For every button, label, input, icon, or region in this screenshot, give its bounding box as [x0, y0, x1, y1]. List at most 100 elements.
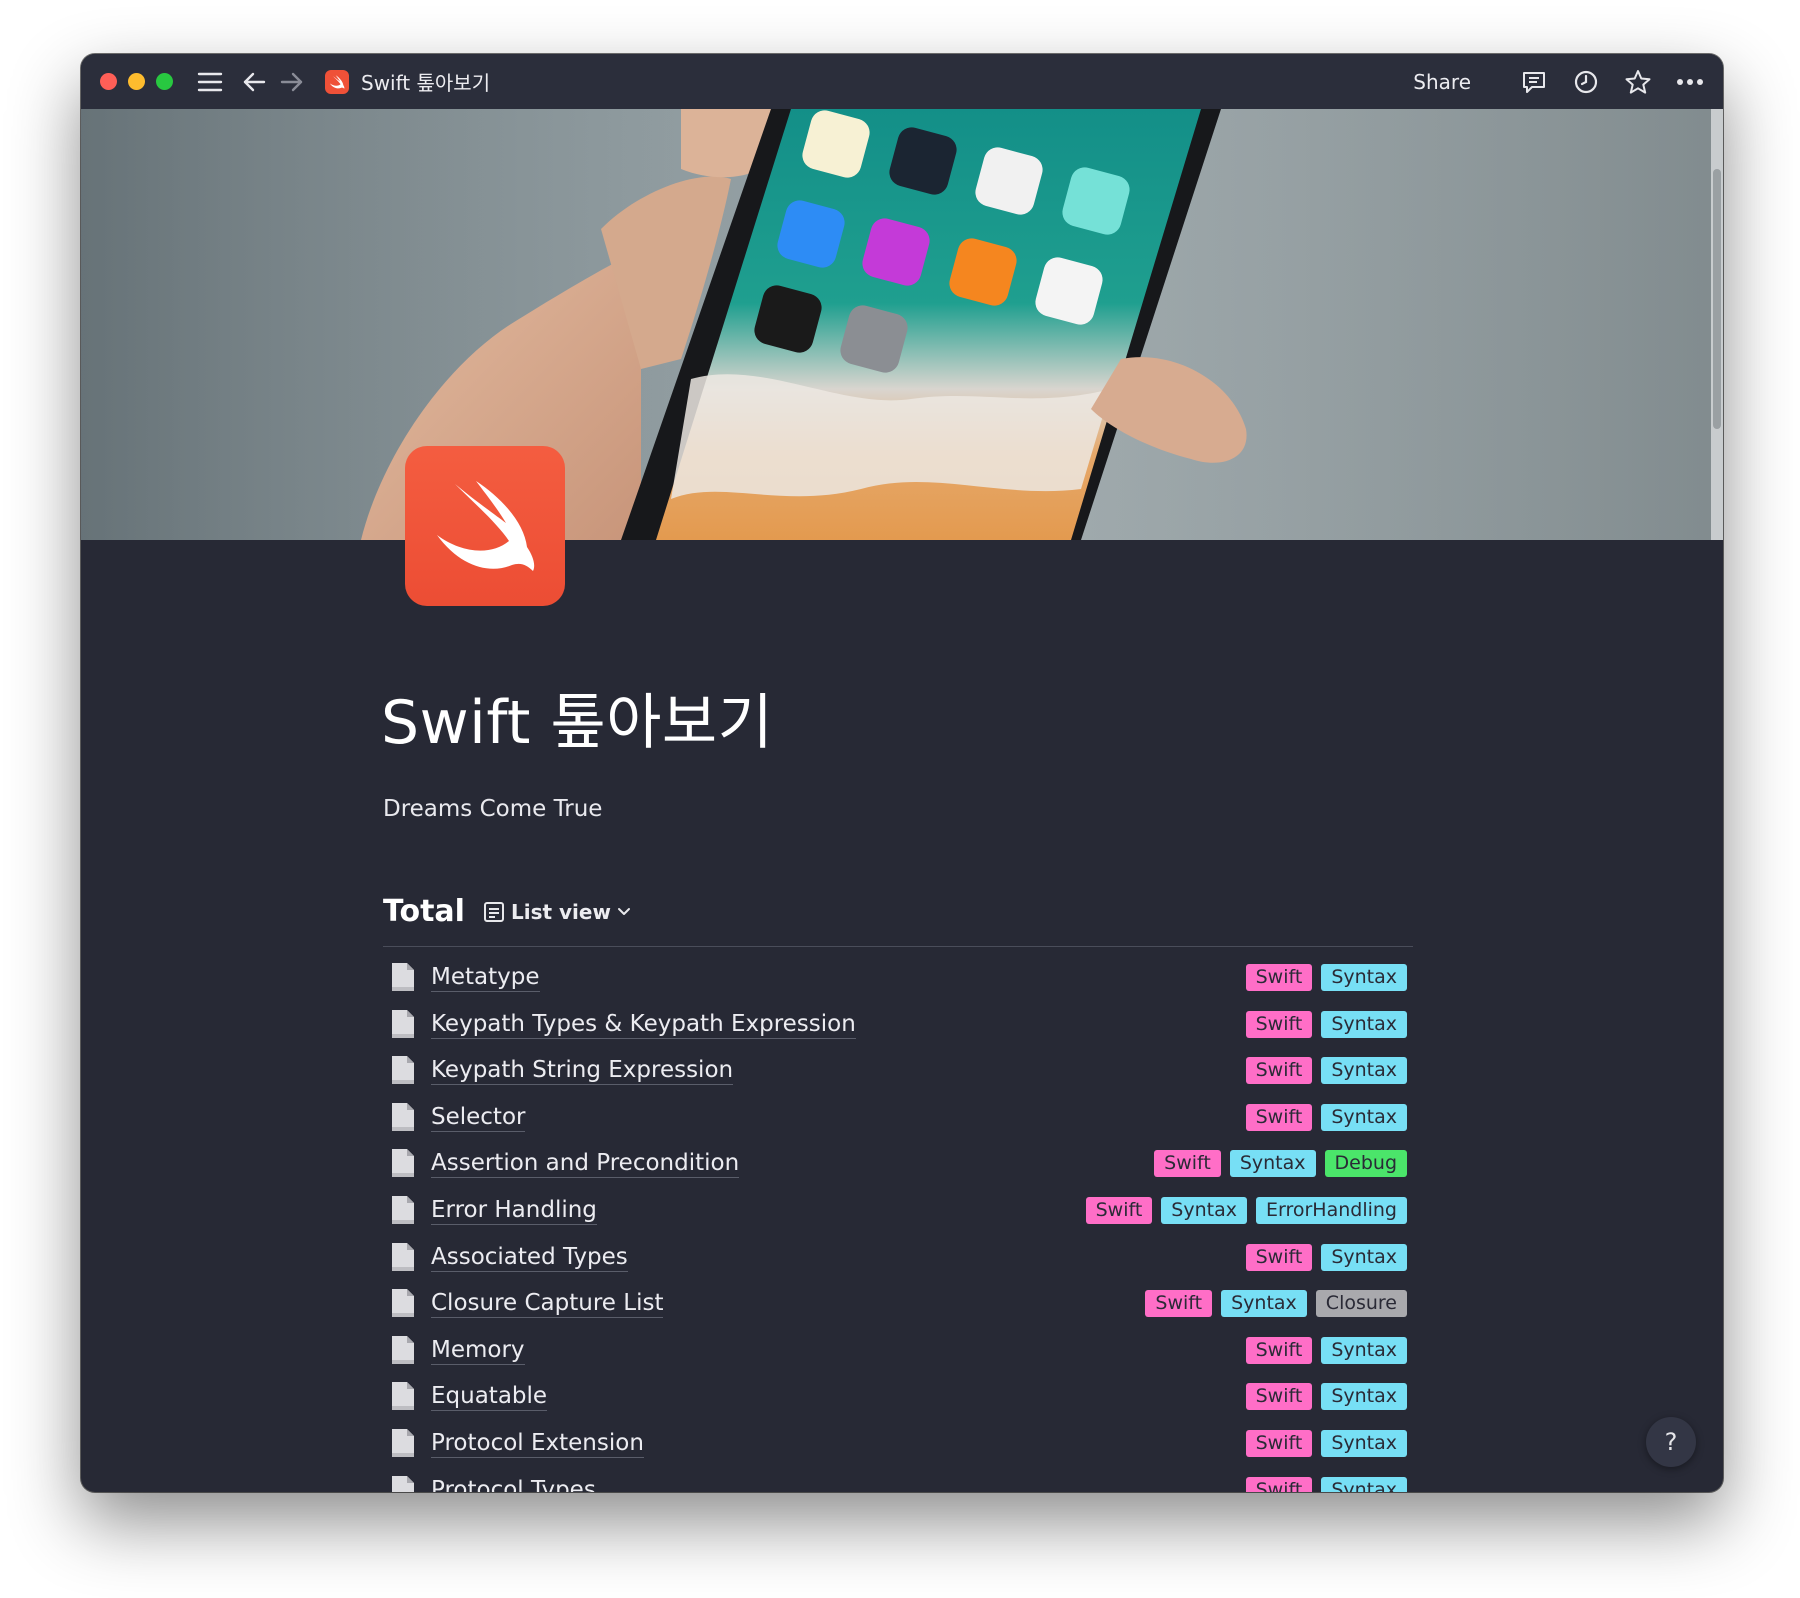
tag-swift: Swift [1245, 1056, 1313, 1084]
tag-swift: Swift [1245, 1243, 1313, 1271]
tag-group: Swift Syntax [1245, 1010, 1407, 1038]
tag-group: Swift Syntax [1245, 1336, 1407, 1364]
swift-logo-icon [325, 69, 349, 94]
document-icon [392, 1382, 414, 1410]
tag-syntax: Syntax [1321, 1476, 1407, 1492]
list-item-title[interactable]: Associated Types [431, 1243, 628, 1272]
tag-group: Swift Syntax [1245, 1243, 1407, 1271]
app-window: Swift 톺아보기 Share Swift 톺아보기 Dreams Come … [81, 54, 1723, 1492]
list-item-title[interactable]: Metatype [431, 963, 540, 992]
tag-group: Swift Syntax [1245, 1476, 1407, 1492]
list-item[interactable]: Protocol Extension Swift Syntax [383, 1420, 1413, 1466]
window-controls [100, 73, 173, 90]
swift-logo-icon [437, 481, 535, 571]
document-icon [392, 963, 414, 991]
list-item[interactable]: Closure Capture List Swift Syntax Closure [383, 1280, 1413, 1326]
tag-syntax: Syntax [1321, 963, 1407, 991]
tag-syntax: Syntax [1221, 1289, 1307, 1317]
cover-scrollbar[interactable] [1711, 109, 1723, 540]
tag-group: Swift Syntax [1245, 1103, 1407, 1131]
document-icon [392, 1289, 414, 1317]
page-title[interactable]: Swift 톺아보기 [381, 674, 773, 761]
list-item[interactable]: Keypath Types & Keypath Expression Swift S… [383, 1001, 1413, 1047]
toolbar-actions: Share [1413, 67, 1705, 97]
list-item[interactable]: Selector Swift Syntax [383, 1094, 1413, 1140]
tag-syntax: Syntax [1321, 1103, 1407, 1131]
tag-syntax: Syntax [1321, 1056, 1407, 1084]
view-switcher-label: List view [510, 899, 611, 924]
database-title[interactable]: Total [383, 894, 465, 929]
zoom-window-button[interactable] [156, 73, 173, 90]
tag-syntax: Syntax [1161, 1196, 1247, 1224]
list-item-title[interactable]: Selector [431, 1103, 526, 1132]
list-item[interactable]: Keypath String Expression Swift Syntax [383, 1047, 1413, 1093]
list-item[interactable]: Equatable Swift Syntax [383, 1373, 1413, 1419]
page-icon[interactable] [405, 446, 565, 606]
star-icon[interactable] [1623, 67, 1653, 97]
list-item-title[interactable]: Memory [431, 1336, 525, 1365]
hand-holding-iphone-photo [81, 109, 1711, 540]
list-item[interactable]: Metatype Swift Syntax [383, 954, 1413, 1000]
tag-swift: Swift [1245, 1382, 1313, 1410]
tag-swift: Swift [1245, 1429, 1313, 1457]
document-icon [392, 1429, 414, 1457]
list-item-title[interactable]: Equatable [431, 1382, 548, 1411]
list-item[interactable]: Protocol Types Swift Syntax [383, 1467, 1413, 1492]
tag-syntax: Syntax [1321, 1243, 1407, 1271]
help-button[interactable]: ? [1646, 1417, 1696, 1467]
database-header: Total List view [383, 894, 631, 929]
document-icon [392, 1149, 414, 1177]
tag-debug: Debug [1324, 1149, 1407, 1177]
tag-swift: Swift [1085, 1196, 1153, 1224]
tag-swift: Swift [1154, 1149, 1221, 1177]
tag-syntax: Syntax [1321, 1429, 1407, 1457]
document-icon [392, 1196, 414, 1224]
list-item[interactable]: Error Handling Swift Syntax ErrorHandling [383, 1187, 1413, 1233]
tag-group: Swift Syntax Debug [1154, 1149, 1407, 1177]
tag-swift: Swift [1245, 1103, 1313, 1131]
tag-swift: Swift [1245, 1336, 1313, 1364]
list-item-title[interactable]: Protocol Extension [431, 1429, 644, 1458]
list-view-icon [483, 901, 504, 922]
cover-image [81, 109, 1711, 540]
scrollbar-thumb[interactable] [1713, 169, 1721, 429]
window-title: Swift 톺아보기 [361, 71, 491, 95]
menu-icon[interactable] [197, 69, 223, 95]
tag-group: Swift Syntax [1245, 1382, 1407, 1410]
list-item-title[interactable]: Assertion and Precondition [431, 1149, 740, 1178]
clock-icon[interactable] [1571, 67, 1601, 97]
tag-group: Swift Syntax [1245, 1429, 1407, 1457]
more-icon[interactable] [1675, 67, 1705, 97]
list-item-title[interactable]: Keypath Types & Keypath Expression [431, 1010, 856, 1039]
list-item-title[interactable]: Protocol Types [431, 1476, 596, 1493]
list-item[interactable]: Associated Types Swift Syntax [383, 1234, 1413, 1280]
tag-syntax: Syntax [1229, 1149, 1316, 1177]
tag-syntax: Syntax [1321, 1382, 1407, 1410]
list-item[interactable]: Memory Swift Syntax [383, 1327, 1413, 1373]
tag-swift: Swift [1145, 1289, 1213, 1317]
tag-closure: Closure [1315, 1289, 1407, 1317]
minimize-window-button[interactable] [128, 73, 145, 90]
tag-group: Swift Syntax [1245, 963, 1407, 991]
tag-swift: Swift [1245, 963, 1313, 991]
list-item[interactable]: Assertion and Precondition Swift Syntax Deb… [383, 1140, 1413, 1186]
tag-group: Swift Syntax [1245, 1056, 1407, 1084]
tag-swift: Swift [1245, 1476, 1313, 1492]
list-item-title[interactable]: Closure Capture List [431, 1289, 664, 1318]
close-window-button[interactable] [100, 73, 117, 90]
page-description[interactable]: Dreams Come True [383, 796, 602, 822]
view-switcher[interactable]: List view [483, 900, 631, 924]
comment-icon[interactable] [1519, 67, 1549, 97]
share-button[interactable]: Share [1413, 70, 1471, 94]
document-icon [392, 1476, 414, 1492]
arrow-left-icon[interactable] [241, 69, 267, 95]
list-item-title[interactable]: Keypath String Expression [431, 1056, 734, 1085]
tag-errorhandling: ErrorHandling [1255, 1196, 1407, 1224]
database-divider [383, 946, 1413, 947]
tag-swift: Swift [1245, 1010, 1313, 1038]
document-icon [392, 1010, 414, 1038]
list-item-title[interactable]: Error Handling [431, 1196, 597, 1225]
title-bar: Swift 톺아보기 Share [81, 54, 1723, 109]
arrow-right-icon[interactable] [279, 69, 305, 95]
tag-syntax: Syntax [1321, 1010, 1407, 1038]
